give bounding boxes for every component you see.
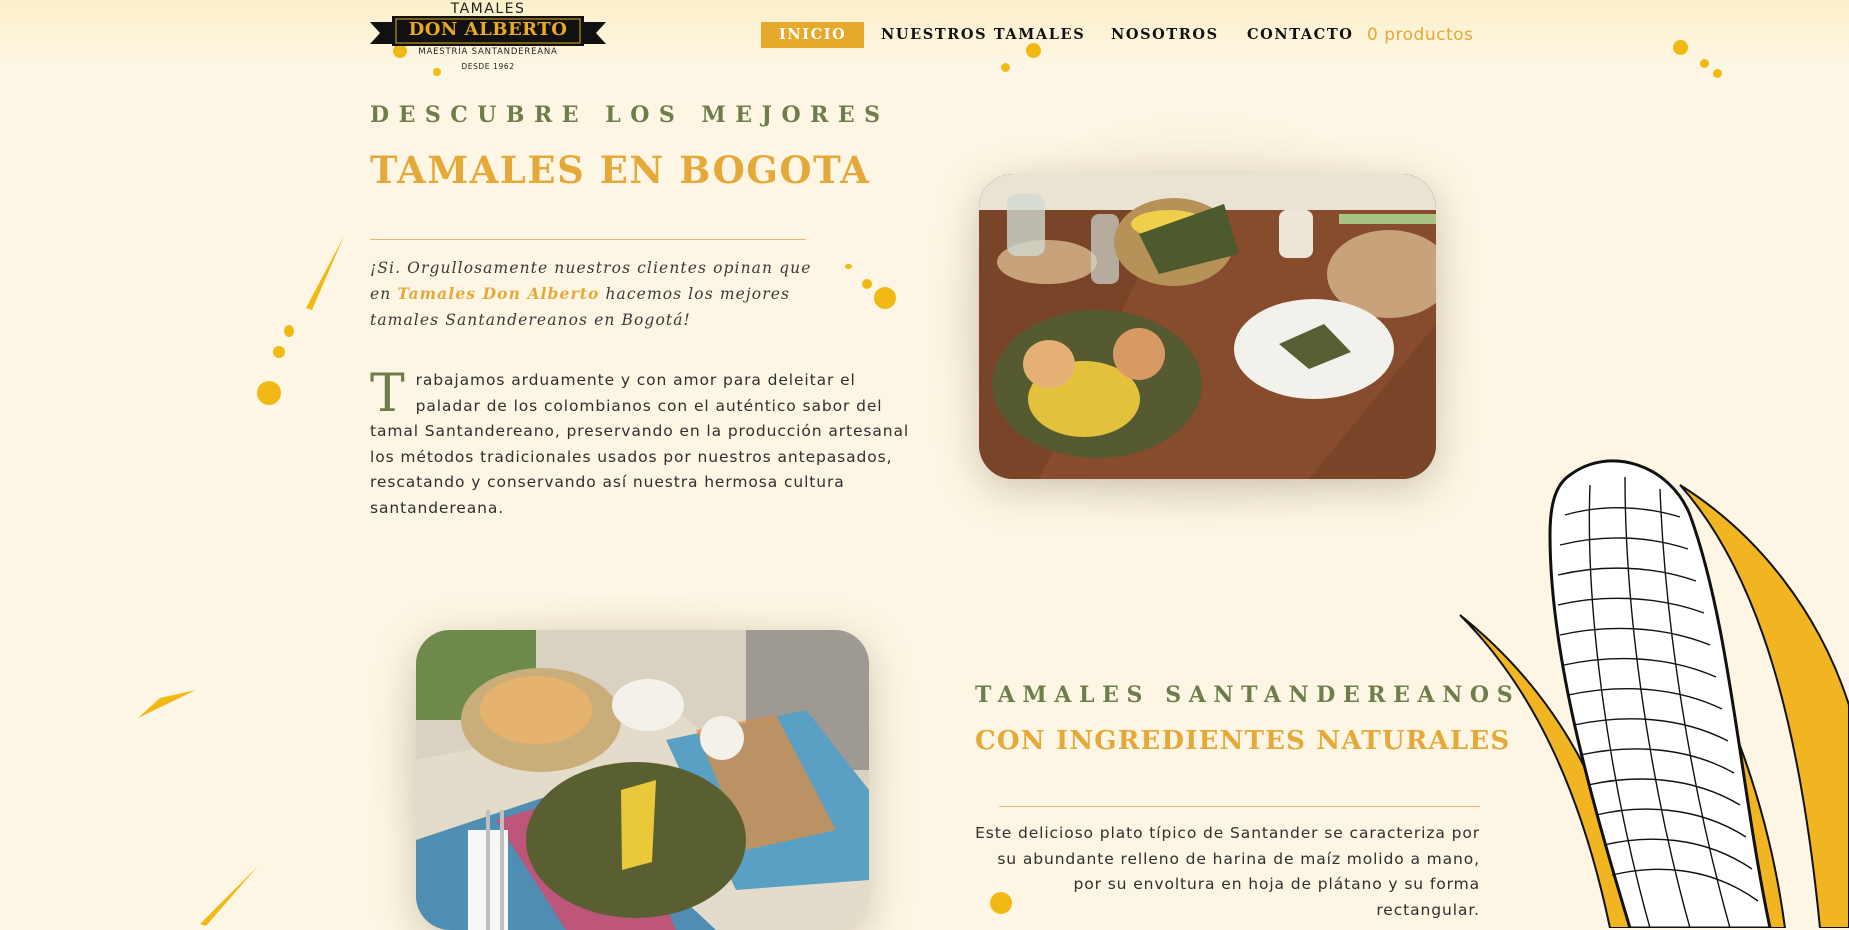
splash-stroke (200, 866, 258, 926)
section2-body: Este delicioso plato típico de Santander… (975, 824, 1480, 919)
nav-inicio[interactable]: INICIO (761, 22, 865, 48)
splash-dot (1700, 59, 1709, 68)
brand-logo[interactable]: TAMALES DON ALBERTO MAESTRÍA SANTANDEREA… (370, 0, 606, 76)
section2-photo (416, 630, 869, 930)
cart-link[interactable]: 0 productos (1367, 22, 1473, 48)
hero-quote: ¡Si. Orgullosamente nuestros clientes op… (370, 259, 812, 329)
splash-dot (1001, 63, 1010, 72)
drop-cap: T (370, 364, 406, 424)
splash-dot (845, 264, 852, 269)
nav-nuestros-tamales[interactable]: NUESTROS TAMALES (881, 22, 1085, 48)
hero-photo (979, 174, 1436, 479)
splash-stroke (138, 690, 196, 718)
splash-dot (1673, 40, 1688, 55)
splash-stroke (306, 236, 344, 310)
splash-dot (862, 279, 872, 289)
section2-divider (999, 806, 1480, 807)
splash-dot (874, 287, 896, 309)
splash-dot (257, 381, 281, 405)
hero-divider (370, 239, 806, 240)
brand-since: DESDE 1962 (461, 62, 515, 71)
brand-tagline: MAESTRÍA SANTANDEREANA (418, 47, 558, 57)
splash-dot (273, 346, 285, 358)
hero-kicker: DESCUBRE LOS MEJORES (370, 102, 890, 128)
splash-dot (284, 325, 294, 337)
nav-nosotros[interactable]: NOSOTROS (1111, 22, 1219, 48)
brand-name: DON ALBERTO (408, 19, 568, 40)
section2-kicker: TAMALES SANTANDEREANOS (975, 682, 1521, 708)
nav-contacto[interactable]: CONTACTO (1247, 22, 1353, 48)
hero-title: TAMALES EN BOGOTA (370, 148, 871, 192)
hero-body: Trabajamos arduamente y con amor para de… (370, 364, 910, 517)
section2-title: CON INGREDIENTES NATURALES (975, 726, 1511, 756)
splash-dot (1713, 69, 1722, 78)
quote-brand: Tamales Don Alberto (397, 284, 600, 303)
